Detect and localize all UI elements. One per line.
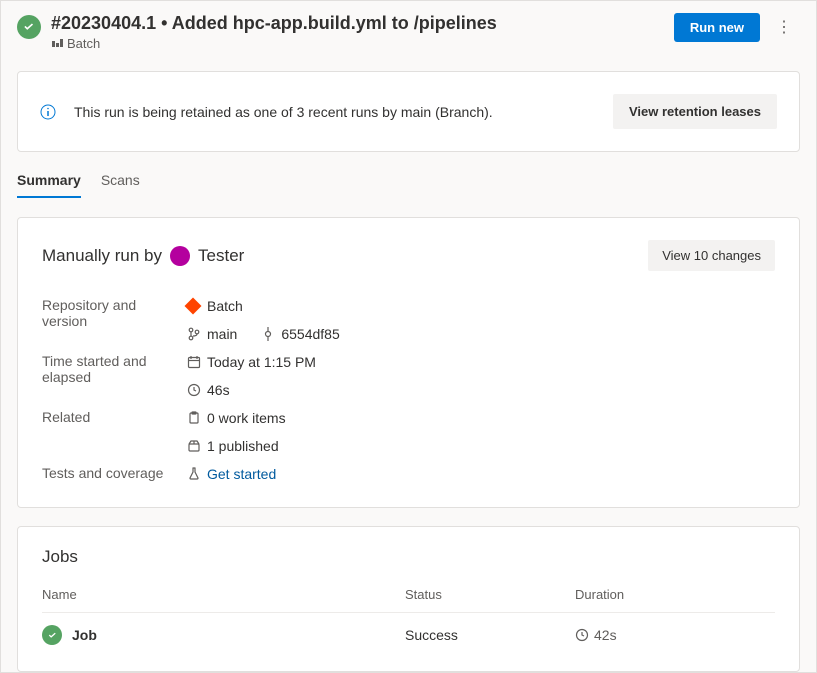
summary-head: Manually run by Tester View 10 changes <box>42 240 775 271</box>
page-header: #20230404.1 • Added hpc-app.build.yml to… <box>1 1 816 59</box>
retention-message: This run is being retained as one of 3 r… <box>74 104 613 120</box>
repo-link[interactable]: Batch <box>187 295 775 317</box>
repo-name: Batch <box>207 298 243 314</box>
published[interactable]: 1 published <box>207 438 279 454</box>
artifact-icon <box>187 439 201 453</box>
label-related: Related <box>42 407 177 457</box>
retention-banner: This run is being retained as one of 3 r… <box>17 71 800 152</box>
jobs-header: Name Status Duration <box>42 587 775 613</box>
label-tests: Tests and coverage <box>42 463 177 485</box>
job-status: Success <box>405 627 575 643</box>
branch-icon <box>187 327 201 341</box>
branch-name[interactable]: main <box>207 326 237 342</box>
col-duration: Duration <box>575 587 775 602</box>
clipboard-icon <box>187 411 201 425</box>
table-row[interactable]: Job Success 42s <box>42 613 775 647</box>
job-duration: 42s <box>594 627 617 643</box>
pipeline-icon <box>51 38 63 50</box>
run-by: Manually run by Tester <box>42 246 244 266</box>
view-changes-button[interactable]: View 10 changes <box>648 240 775 271</box>
summary-card: Manually run by Tester View 10 changes R… <box>17 217 800 508</box>
tabs: Summary Scans <box>1 164 816 199</box>
repo-icon <box>185 298 202 315</box>
tab-summary[interactable]: Summary <box>17 164 81 198</box>
get-started-link[interactable]: Get started <box>207 466 276 482</box>
avatar <box>170 246 190 266</box>
commit-icon <box>261 327 275 341</box>
run-by-user: Tester <box>198 246 244 266</box>
flask-icon <box>187 467 201 481</box>
success-status-icon <box>42 625 62 645</box>
page-title: #20230404.1 • Added hpc-app.build.yml to… <box>51 13 674 34</box>
run-new-button[interactable]: Run new <box>674 13 760 42</box>
label-time: Time started and elapsed <box>42 351 177 401</box>
time-elapsed: 46s <box>207 382 230 398</box>
col-status: Status <box>405 587 575 602</box>
work-items[interactable]: 0 work items <box>207 410 286 426</box>
col-name: Name <box>42 587 405 602</box>
info-icon <box>40 104 56 120</box>
success-status-icon <box>17 15 41 39</box>
job-name: Job <box>72 627 97 643</box>
calendar-icon <box>187 355 201 369</box>
jobs-card: Jobs Name Status Duration Job Success 42… <box>17 526 800 672</box>
clock-icon <box>187 383 201 397</box>
view-retention-button[interactable]: View retention leases <box>613 94 777 129</box>
jobs-title: Jobs <box>42 547 775 567</box>
breadcrumb-label: Batch <box>67 36 100 51</box>
run-by-prefix: Manually run by <box>42 246 162 266</box>
header-actions: Run new ⋮ <box>674 13 800 42</box>
breadcrumb[interactable]: Batch <box>51 36 674 51</box>
time-started: Today at 1:15 PM <box>207 354 316 370</box>
more-actions-button[interactable]: ⋮ <box>768 14 800 42</box>
clock-icon <box>575 628 589 642</box>
tab-scans[interactable]: Scans <box>101 164 140 198</box>
details-grid: Repository and version Batch main 6554df… <box>42 295 775 485</box>
title-block: #20230404.1 • Added hpc-app.build.yml to… <box>51 13 674 51</box>
jobs-table: Name Status Duration Job Success 42s <box>42 587 775 647</box>
label-repo-version: Repository and version <box>42 295 177 345</box>
commit-hash[interactable]: 6554df85 <box>281 326 339 342</box>
